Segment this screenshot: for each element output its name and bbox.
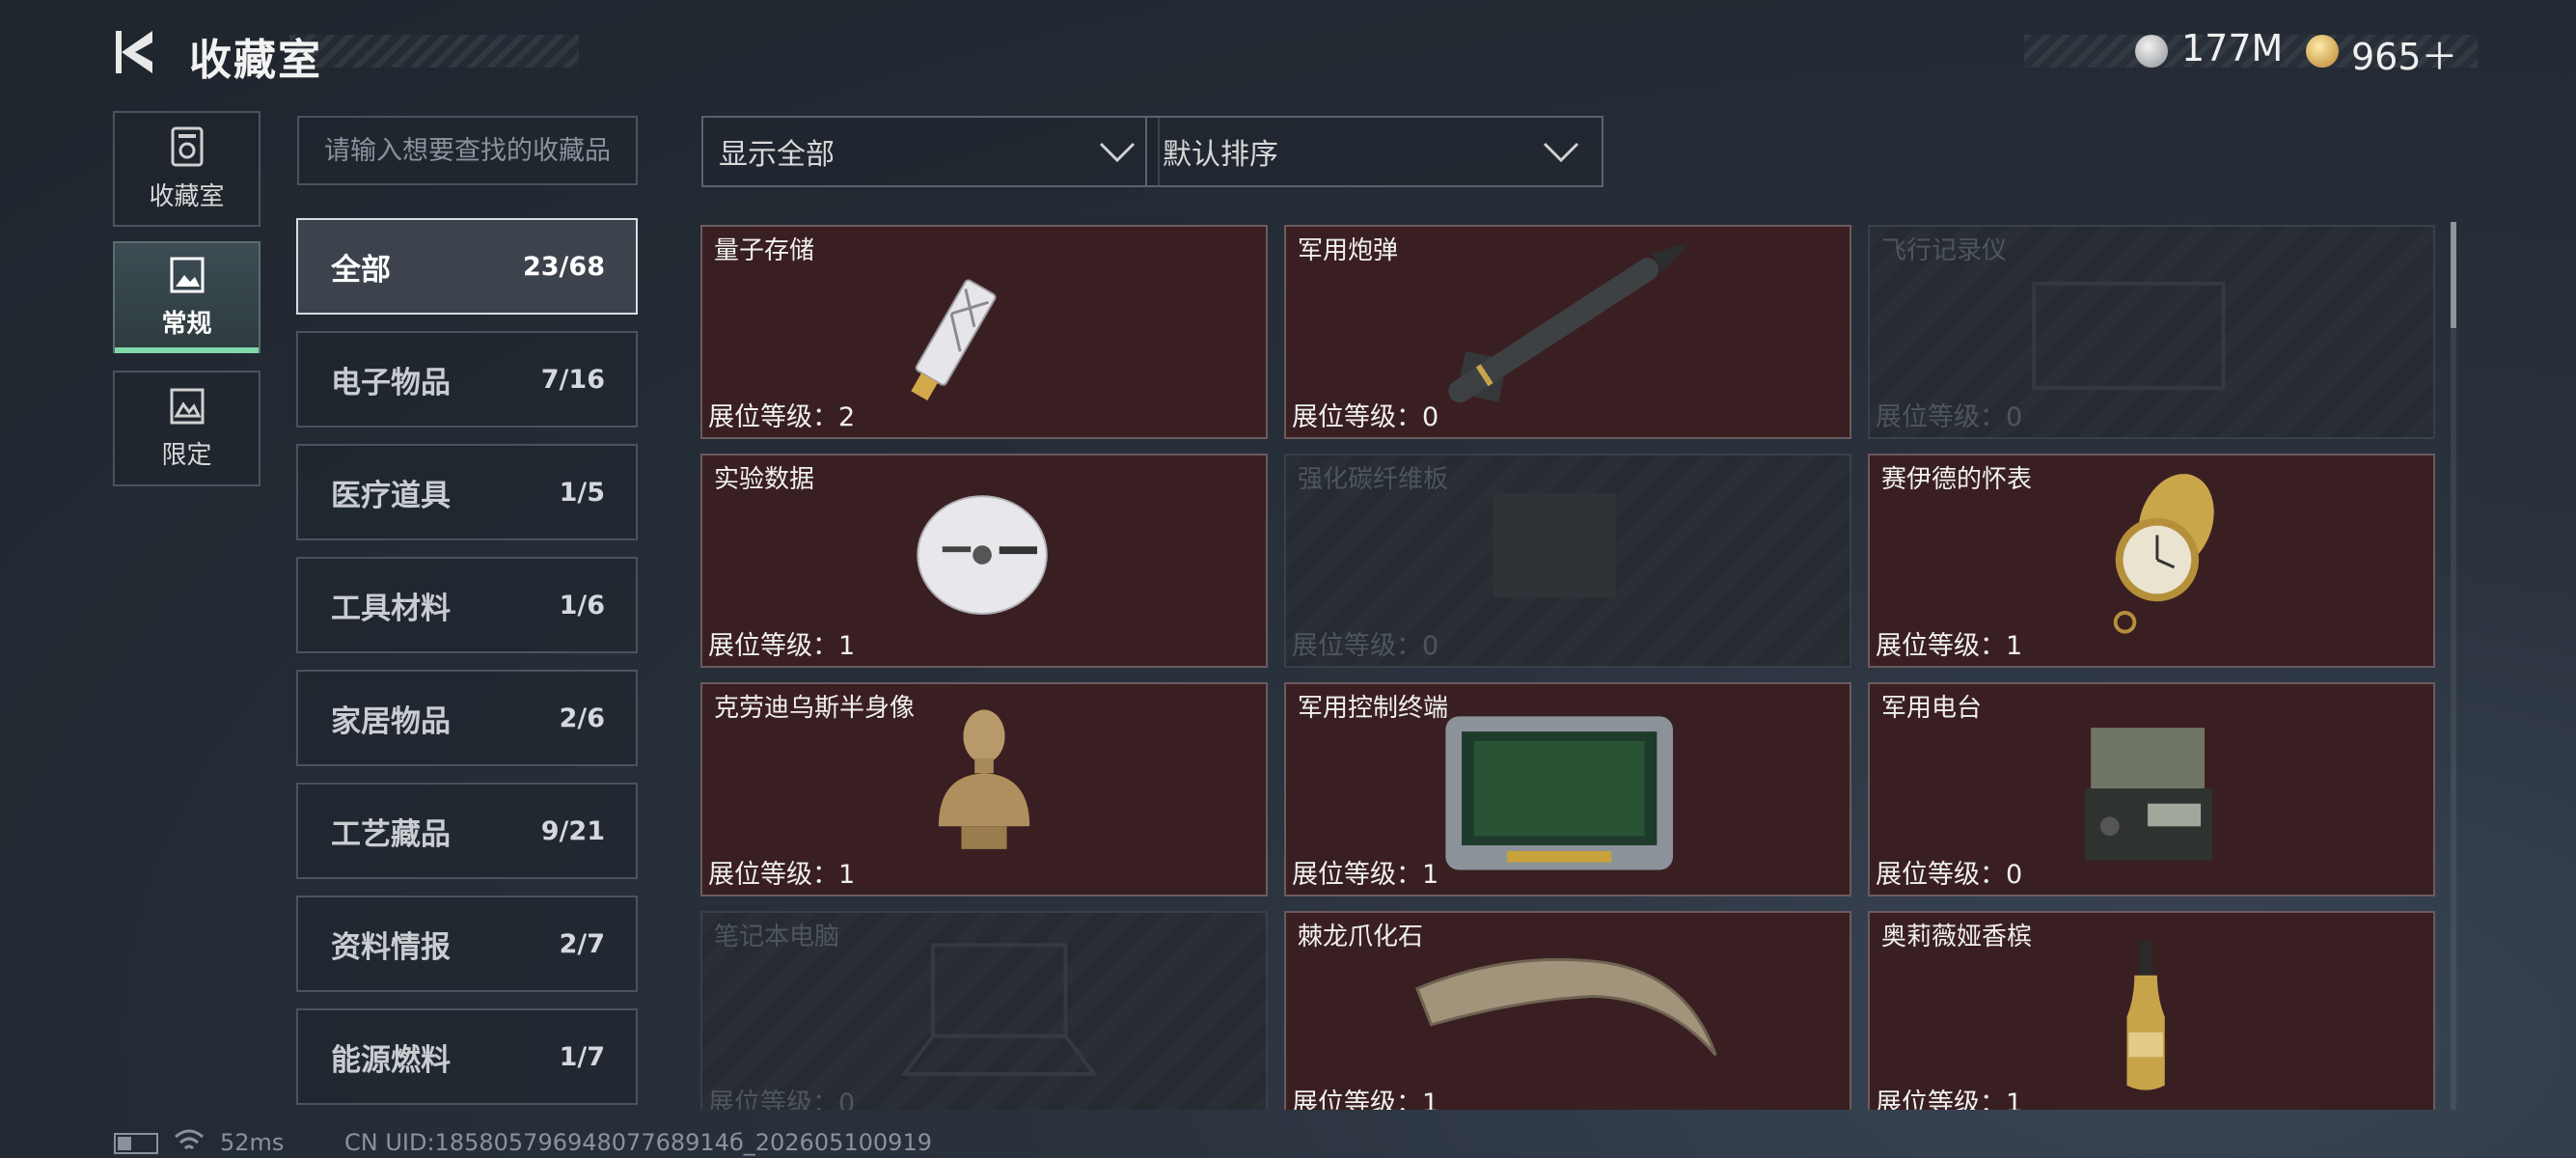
category-count: 1/7	[559, 1041, 605, 1072]
gold-coin-icon	[2306, 35, 2339, 68]
category-name: 工具材料	[331, 591, 451, 626]
item-level: 展位等级：1	[1876, 631, 2023, 661]
back-button[interactable]	[114, 27, 162, 77]
sort-dropdown[interactable]: 默认排序	[1145, 116, 1603, 187]
item-card[interactable]: 赛伊德的怀表 展位等级：1	[1868, 454, 2435, 668]
display-filter-dropdown[interactable]: 显示全部	[701, 116, 1160, 187]
category-count: 1/6	[559, 590, 605, 620]
category-count: 1/5	[559, 477, 605, 508]
item-grid[interactable]: 量子存储 展位等级：2 军用炮弹 展位等级：0 飞行记录仪 展位等级：0 实验数…	[699, 222, 2435, 1110]
item-name: 克劳迪乌斯半身像	[714, 694, 916, 723]
item-card[interactable]: 克劳迪乌斯半身像 展位等级：1	[700, 682, 1268, 896]
ping-indicator: 52ms	[220, 1129, 285, 1156]
item-card[interactable]: 军用炮弹 展位等级：0	[1284, 225, 1851, 439]
tab-label: 收藏室	[149, 181, 225, 211]
item-level: 展位等级：1	[1292, 1089, 1439, 1110]
grid-scrollbar[interactable]	[2451, 222, 2456, 1110]
item-level: 展位等级：0	[1292, 402, 1439, 432]
silver-currency-value: 177M	[2181, 27, 2284, 69]
chevron-down-icon	[1099, 142, 1136, 163]
item-level: 展位等级：0	[1876, 402, 2023, 432]
item-level: 展位等级：0	[708, 1089, 856, 1110]
item-name: 奥莉薇娅香槟	[1881, 923, 2033, 951]
item-card[interactable]: 奥莉薇娅香槟 展位等级：1	[1868, 911, 2435, 1110]
item-card[interactable]: 强化碳纤维板 展位等级：0	[1284, 454, 1851, 668]
category-name: 资料情报	[331, 929, 451, 965]
item-name: 强化碳纤维板	[1298, 465, 1449, 494]
item-level: 展位等级：1	[708, 860, 856, 890]
category-count: 23/68	[522, 251, 605, 282]
item-name: 棘龙爪化石	[1298, 923, 1424, 951]
sort-value: 默认排序	[1163, 138, 1278, 172]
category-count: 2/7	[559, 928, 605, 959]
item-level: 展位等级：1	[708, 631, 856, 661]
search-input[interactable]	[297, 116, 638, 185]
item-name: 笔记本电脑	[714, 923, 840, 951]
collection-vault-icon	[171, 126, 203, 166]
item-level: 展位等级：0	[1876, 860, 2023, 890]
item-level: 展位等级：1	[1876, 1089, 2023, 1110]
item-card[interactable]: 笔记本电脑 展位等级：0	[700, 911, 1268, 1110]
battery-icon	[114, 1133, 158, 1154]
category-name: 医疗道具	[331, 478, 451, 513]
category-name: 全部	[331, 252, 391, 288]
tab-label: 限定	[161, 440, 212, 470]
category-electronics[interactable]: 电子物品 7/16	[296, 331, 638, 427]
item-level: 展位等级：1	[1292, 860, 1439, 890]
tab-collection-room[interactable]: 收藏室	[113, 111, 260, 227]
item-name: 军用炮弹	[1298, 236, 1399, 265]
item-name: 军用电台	[1881, 694, 1983, 723]
regular-picture-icon	[170, 257, 204, 292]
item-name: 飞行记录仪	[1881, 236, 2008, 265]
category-count: 7/16	[540, 364, 605, 395]
category-count: 9/21	[540, 815, 605, 846]
scrollbar-thumb[interactable]	[2451, 222, 2456, 328]
category-intel[interactable]: 资料情报 2/7	[296, 896, 638, 992]
item-name: 量子存储	[714, 236, 815, 265]
tab-regular[interactable]: 常规	[113, 241, 260, 353]
category-household[interactable]: 家居物品 2/6	[296, 670, 638, 766]
category-crafts[interactable]: 工艺藏品 9/21	[296, 783, 638, 879]
tab-limited[interactable]: 限定	[113, 371, 260, 486]
category-name: 工艺藏品	[331, 816, 451, 852]
category-name: 能源燃料	[331, 1042, 451, 1078]
category-all[interactable]: 全部 23/68	[296, 218, 638, 315]
category-count: 2/6	[559, 703, 605, 733]
item-name: 实验数据	[714, 465, 815, 494]
category-medical[interactable]: 医疗道具 1/5	[296, 444, 638, 540]
chevron-down-icon	[1543, 142, 1579, 163]
gold-currency-value[interactable]: 965＋	[2351, 27, 2458, 80]
item-level: 展位等级：0	[1292, 631, 1439, 661]
limited-picture-icon	[170, 388, 204, 424]
item-name: 军用控制终端	[1298, 694, 1449, 723]
user-uid: CN UID:18580579694807768914б_20260510091…	[344, 1129, 932, 1156]
page-title: 收藏室	[189, 36, 322, 85]
silver-coin-icon	[2135, 35, 2168, 68]
item-level: 展位等级：2	[708, 402, 856, 432]
item-card[interactable]: 实验数据 展位等级：1	[700, 454, 1268, 668]
title-decoration	[289, 35, 579, 68]
item-name: 赛伊德的怀表	[1881, 465, 2033, 494]
wifi-icon	[175, 1129, 204, 1150]
item-card[interactable]: 飞行记录仪 展位等级：0	[1868, 225, 2435, 439]
item-card[interactable]: 量子存储 展位等级：2	[700, 225, 1268, 439]
category-name: 电子物品	[331, 365, 451, 400]
item-card[interactable]: 棘龙爪化石 展位等级：1	[1284, 911, 1851, 1110]
back-arrow-icon	[116, 31, 152, 73]
item-card[interactable]: 军用控制终端 展位等级：1	[1284, 682, 1851, 896]
item-card[interactable]: 军用电台 展位等级：0	[1868, 682, 2435, 896]
display-filter-value: 显示全部	[719, 138, 835, 172]
category-tools[interactable]: 工具材料 1/6	[296, 557, 638, 653]
category-name: 家居物品	[331, 703, 451, 739]
category-energy[interactable]: 能源燃料 1/7	[296, 1008, 638, 1105]
tab-label: 常规	[161, 309, 212, 339]
